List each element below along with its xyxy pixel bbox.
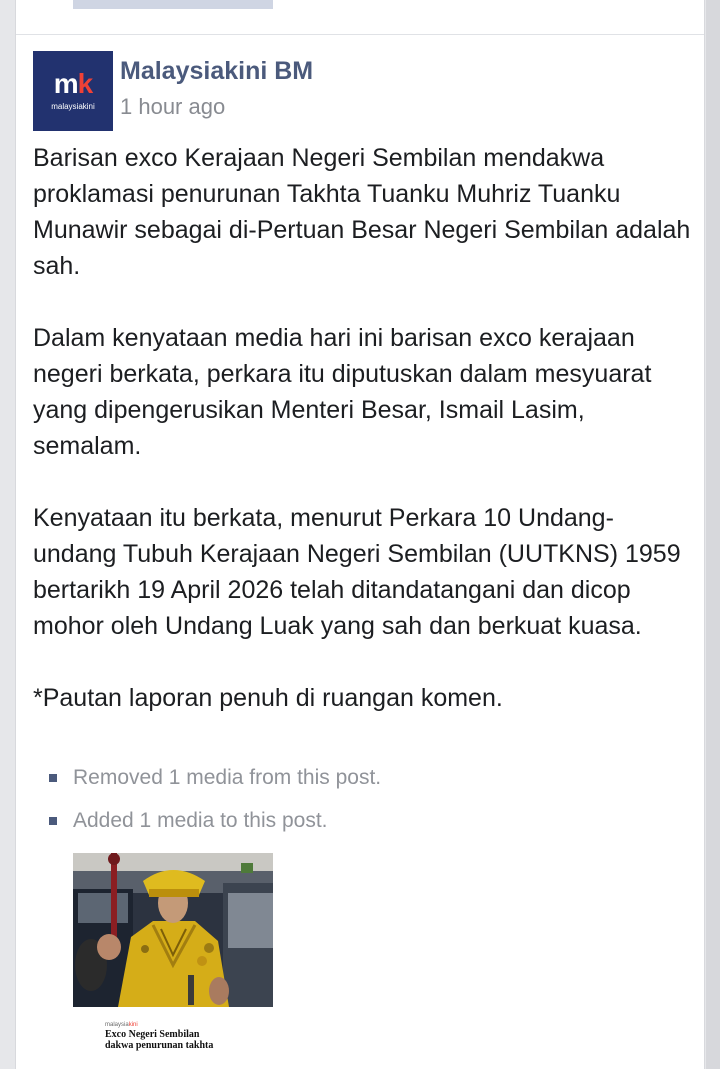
bullet-icon bbox=[49, 817, 57, 825]
post-paragraph: Dalam kenyataan media hari ini barisan e… bbox=[33, 324, 652, 460]
avatar-subtext: malaysiakini bbox=[51, 102, 95, 111]
post-paragraph: Kenyataan itu berkata, menurut Perkara 1… bbox=[33, 504, 681, 640]
media-brand: malaysiakini bbox=[105, 1022, 138, 1028]
post-timestamp[interactable]: 1 hour ago bbox=[120, 93, 225, 121]
media-caption: malaysiakini Exco Negeri Sembilan dakwa … bbox=[105, 1021, 305, 1051]
page-avatar[interactable]: mk malaysiakini bbox=[33, 51, 113, 131]
media-title-line: Exco Negeri Sembilan bbox=[105, 1029, 200, 1040]
previous-post-media-edge bbox=[73, 0, 273, 9]
post-body: Barisan exco Kerajaan Negeri Sembilan me… bbox=[33, 140, 697, 716]
malaysiakini-logo: mk bbox=[53, 68, 93, 99]
edit-history-item: Added 1 media to this post. bbox=[49, 807, 669, 835]
post-card: mk malaysiakini Malaysiakini BM 1 hour a… bbox=[15, 0, 705, 1069]
bullet-icon bbox=[49, 774, 57, 782]
right-scroll-edge bbox=[706, 0, 720, 1069]
edit-history-label: Added 1 media to this post. bbox=[73, 809, 328, 832]
page-name-link[interactable]: Malaysiakini BM bbox=[120, 56, 313, 86]
post-paragraph: *Pautan laporan penuh di ruangan komen. bbox=[33, 684, 503, 712]
media-photo-image bbox=[73, 853, 273, 1007]
post-paragraph: Barisan exco Kerajaan Negeri Sembilan me… bbox=[33, 144, 691, 280]
media-title-line: dakwa penurunan takhta bbox=[105, 1040, 214, 1051]
media-thumbnail[interactable] bbox=[73, 853, 273, 1007]
edit-history-item: Removed 1 media from this post. bbox=[49, 764, 669, 792]
post-divider bbox=[16, 34, 704, 35]
edit-history-label: Removed 1 media from this post. bbox=[73, 766, 382, 789]
